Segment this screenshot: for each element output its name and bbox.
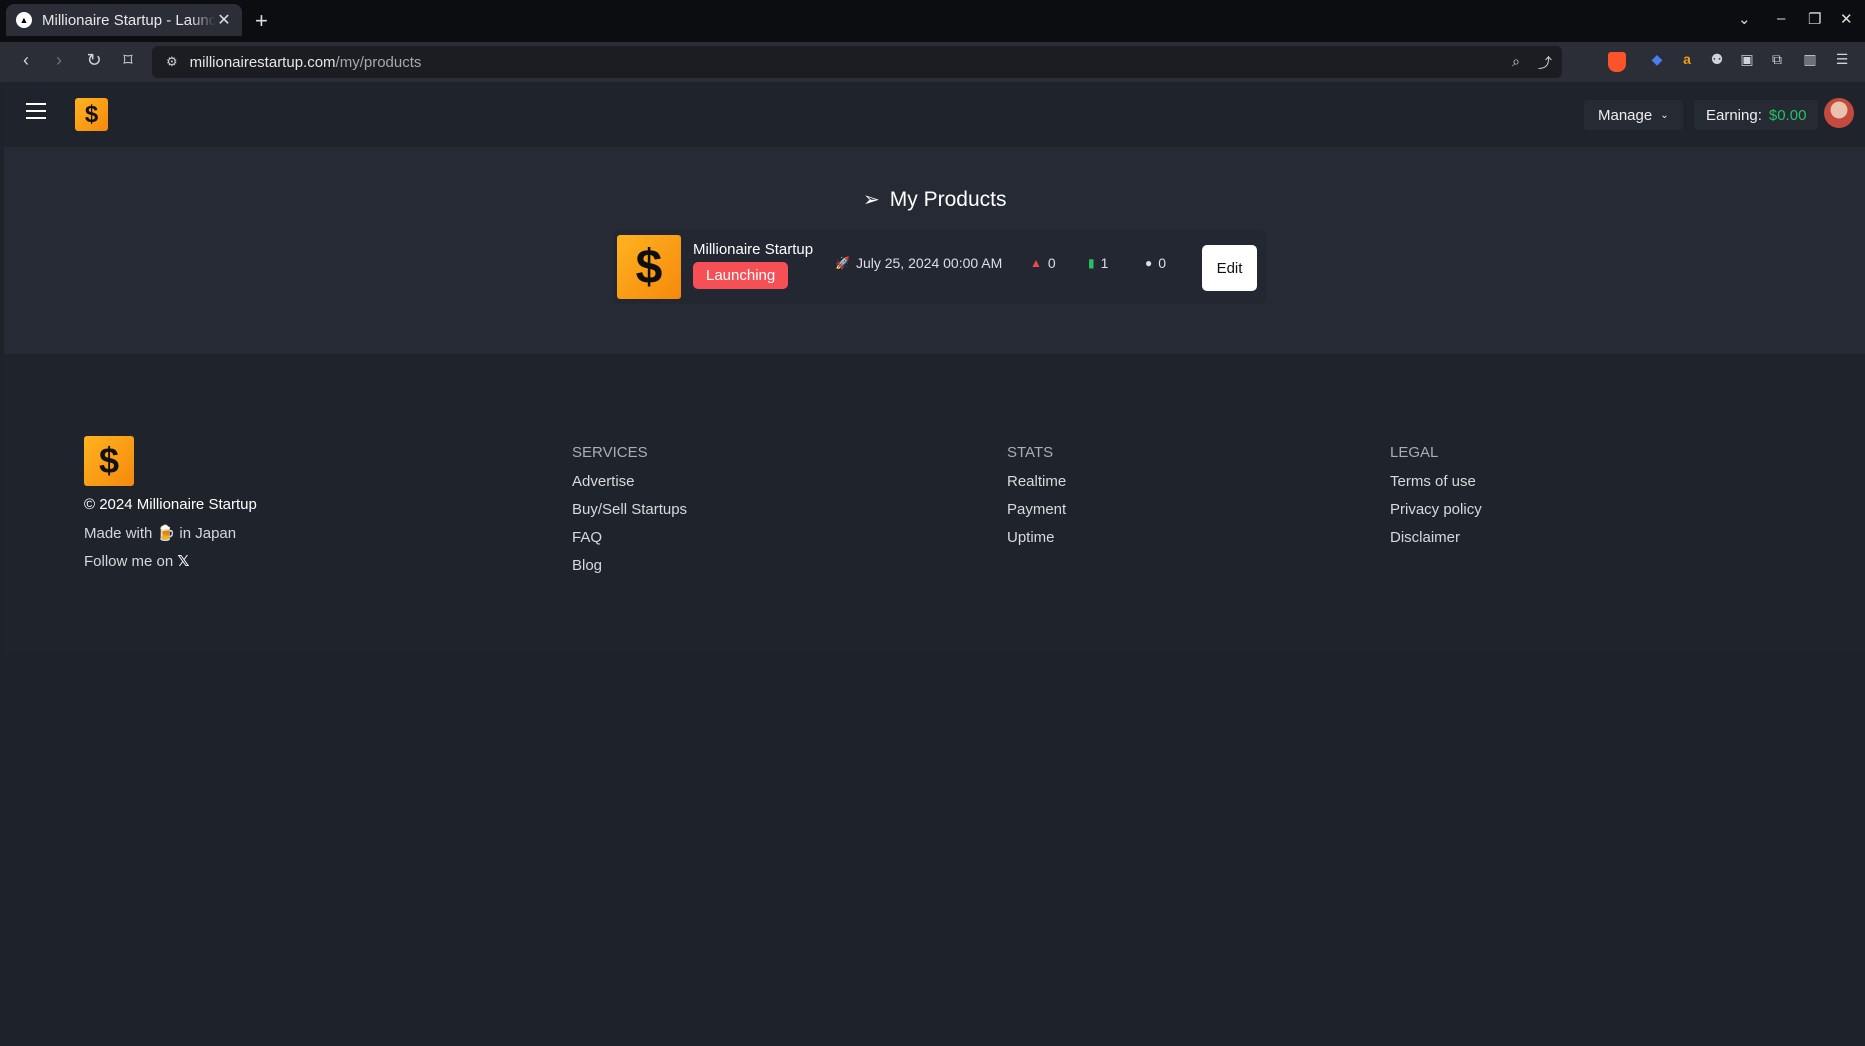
- footer-link-buy-sell[interactable]: Buy/Sell Startups: [572, 501, 687, 520]
- url-text: millionairestartup.com/my/products: [189, 53, 422, 71]
- footer-link-blog[interactable]: Blog: [572, 557, 687, 576]
- zoom-icon[interactable]: ⌕: [1512, 53, 1520, 73]
- amazon-icon[interactable]: a: [1678, 51, 1696, 69]
- footer-link-privacy[interactable]: Privacy policy: [1390, 501, 1482, 520]
- earning-button[interactable]: Earning: $0.00: [1694, 100, 1819, 130]
- stats-heading: STATS: [1007, 444, 1054, 461]
- x-logo-icon[interactable]: 𝕏: [177, 553, 189, 570]
- user-avatar[interactable]: [1824, 98, 1854, 128]
- footer-link-terms[interactable]: Terms of use: [1390, 473, 1482, 492]
- browser-tab-bar: ▲ Millionaire Startup - Launching ✕ + ⌄ …: [0, 0, 1865, 42]
- restore-icon[interactable]: ❐: [1808, 10, 1821, 28]
- footer-link-faq[interactable]: FAQ: [572, 529, 687, 548]
- chat-extension-icon[interactable]: ▣: [1738, 51, 1756, 69]
- earning-value: $0.00: [1768, 106, 1807, 124]
- manage-label: Manage: [1598, 106, 1653, 124]
- view-count-text: 1: [1100, 255, 1109, 271]
- site-header: $ Manage ⌄ Earning: $0.00: [4, 82, 1865, 147]
- tab-title: Millionaire Startup - Launching: [42, 11, 216, 29]
- upvote-count-text: 0: [1047, 255, 1056, 271]
- page-title-text: My Products: [889, 187, 1007, 211]
- minimize-icon[interactable]: ‒: [1777, 10, 1785, 27]
- rocket-icon: 🚀: [835, 256, 850, 270]
- footer-logo[interactable]: $: [84, 436, 134, 486]
- made-with: Made with 🍺 in Japan: [84, 525, 237, 542]
- address-bar[interactable]: ⚙ millionairestartup.com/my/products ⌕ ⤴: [152, 46, 1562, 78]
- tab-close-icon[interactable]: ✕: [216, 10, 232, 30]
- browser-toolbar: ‹ › ↻ ⌑ ⚙ millionairestartup.com/my/prod…: [0, 42, 1865, 82]
- site-favicon-icon: ▲: [16, 12, 32, 28]
- hamburger-menu-icon[interactable]: [26, 103, 46, 119]
- status-badge: Launching: [693, 262, 789, 289]
- site-footer: $ © 2024 Millionaire Startup Made with 🍺…: [4, 354, 1865, 654]
- footer-stats: STATS Realtime Payment Uptime: [1007, 444, 1066, 557]
- footer-services: SERVICES Advertise Buy/Sell Startups FAQ…: [572, 444, 687, 585]
- site-logo[interactable]: $: [75, 98, 108, 131]
- send-money-icon: ➢: [863, 189, 880, 211]
- view-count: ▮ 1: [1088, 255, 1108, 271]
- comment-count: ● 0: [1145, 255, 1166, 271]
- comment-count-text: 0: [1158, 255, 1167, 271]
- footer-link-uptime[interactable]: Uptime: [1007, 529, 1066, 548]
- tab-list-icon[interactable]: ⌄: [1738, 10, 1751, 28]
- robot-extension-icon[interactable]: ⚉: [1708, 51, 1726, 69]
- services-heading: SERVICES: [572, 444, 648, 461]
- comment-icon: ●: [1145, 256, 1153, 270]
- browser-tab[interactable]: ▲ Millionaire Startup - Launching ✕: [6, 4, 242, 36]
- launch-date-text: July 25, 2024 00:00 AM: [855, 255, 1003, 271]
- upvote-icon: ▲: [1030, 256, 1042, 270]
- copyright: © 2024 Millionaire Startup: [84, 496, 257, 513]
- upvote-count: ▲ 0: [1030, 255, 1056, 271]
- page-background: [4, 654, 1865, 1046]
- edit-button[interactable]: Edit: [1202, 245, 1257, 291]
- reload-icon[interactable]: ↻: [82, 50, 106, 71]
- follow-me: Follow me on 𝕏: [84, 553, 190, 570]
- sidebar-icon[interactable]: ▥: [1801, 51, 1819, 69]
- bar-chart-icon: ▮: [1088, 256, 1095, 270]
- product-card: $ Millionaire Startup Launching 🚀 July 2…: [613, 230, 1267, 304]
- manage-dropdown[interactable]: Manage ⌄: [1584, 100, 1683, 130]
- product-logo[interactable]: $: [617, 235, 681, 299]
- new-tab-icon[interactable]: +: [255, 8, 268, 34]
- launch-date: 🚀 July 25, 2024 00:00 AM: [835, 255, 1002, 271]
- product-name[interactable]: Millionaire Startup: [693, 241, 813, 258]
- forward-icon[interactable]: ›: [47, 50, 71, 71]
- back-icon[interactable]: ‹: [14, 50, 38, 71]
- footer-legal: LEGAL Terms of use Privacy policy Discla…: [1390, 444, 1482, 557]
- beer-icon: 🍺: [156, 525, 176, 542]
- page: $ Manage ⌄ Earning: $0.00 ➢ My Products …: [4, 82, 1865, 1046]
- page-title: ➢ My Products: [863, 187, 1006, 212]
- main-content: ➢ My Products $ Millionaire Startup Laun…: [4, 147, 1865, 354]
- bitwarden-icon[interactable]: ◆: [1648, 51, 1666, 69]
- footer-link-realtime[interactable]: Realtime: [1007, 473, 1066, 492]
- earning-label: Earning:: [1706, 106, 1762, 124]
- footer-link-advertise[interactable]: Advertise: [572, 473, 687, 492]
- brave-shields-icon[interactable]: [1608, 52, 1626, 72]
- footer-link-disclaimer[interactable]: Disclaimer: [1390, 529, 1482, 548]
- site-settings-icon[interactable]: ⚙: [166, 54, 178, 70]
- footer-link-payment[interactable]: Payment: [1007, 501, 1066, 520]
- bookmark-icon[interactable]: ⌑: [116, 50, 140, 71]
- browser-menu-icon[interactable]: ☰: [1833, 51, 1851, 69]
- window-close-icon[interactable]: ✕: [1840, 10, 1853, 28]
- share-icon[interactable]: ⤴: [1538, 53, 1552, 73]
- extensions-icon[interactable]: ⧉: [1768, 51, 1786, 69]
- chevron-down-icon: ⌄: [1660, 109, 1669, 121]
- legal-heading: LEGAL: [1390, 444, 1439, 461]
